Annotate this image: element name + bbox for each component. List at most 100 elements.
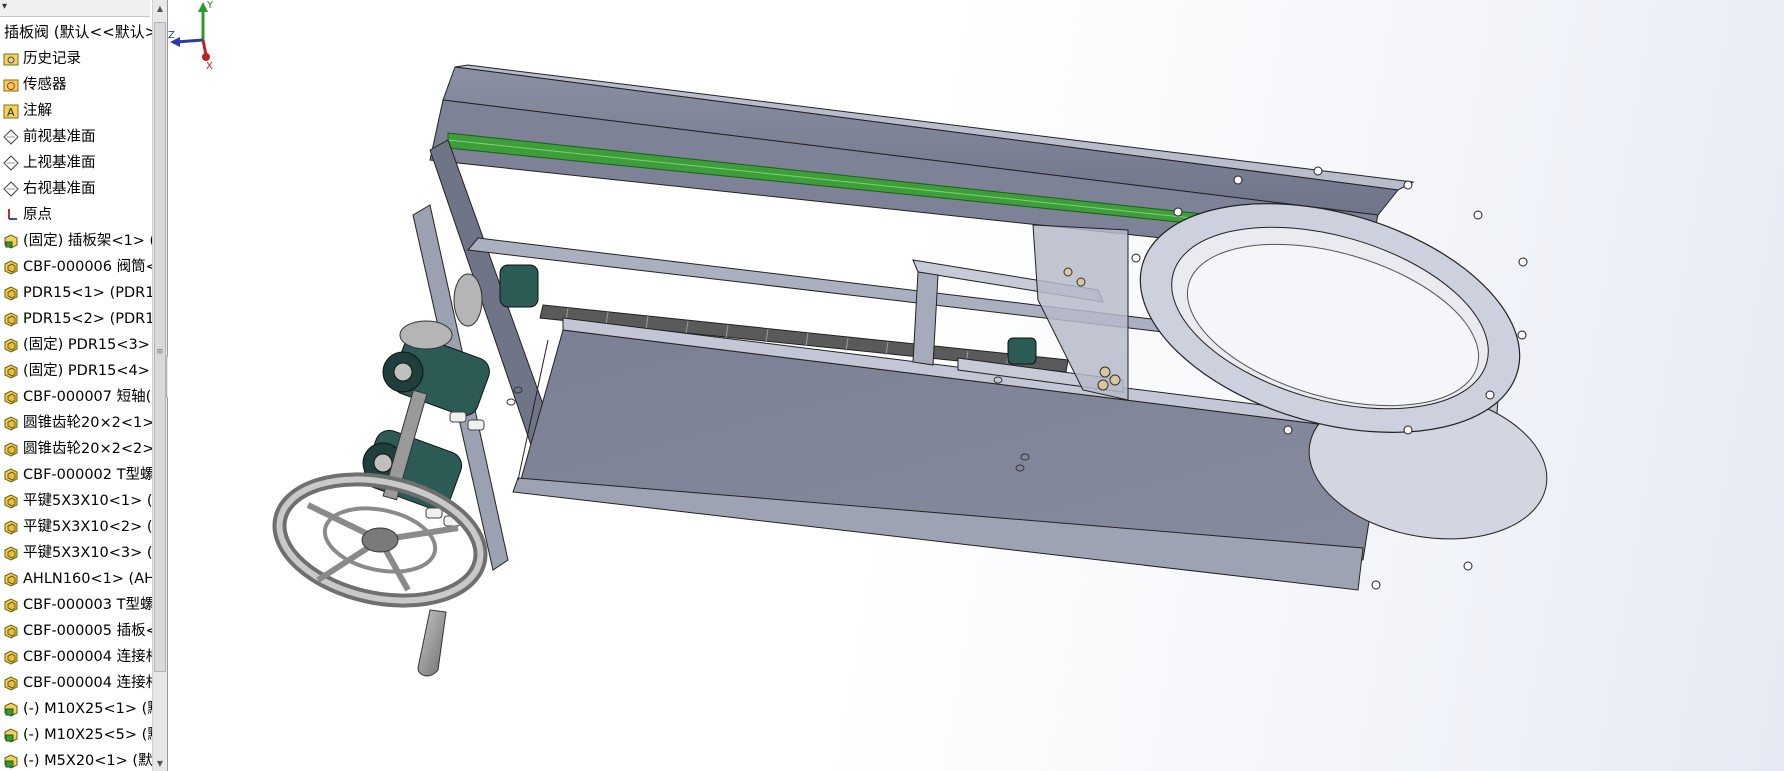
tree-item[interactable]: 历史记录 <box>0 46 152 72</box>
tree-item[interactable]: CBF-000005 插板< <box>0 618 152 644</box>
history-icon <box>2 50 20 68</box>
part-component-icon <box>2 596 20 614</box>
part-component-icon <box>2 310 20 328</box>
part-component-icon <box>2 544 20 562</box>
part-component-icon <box>2 518 20 536</box>
triad-z-label: Z <box>168 30 175 41</box>
tree-item-label: 注解 <box>23 103 52 119</box>
tree-item[interactable]: PDR15<1> (PDR1 <box>0 280 152 306</box>
part-component-icon <box>2 284 20 302</box>
part-component-icon <box>2 362 20 380</box>
toolbox-part-icon <box>2 700 20 718</box>
tree-list: 历史记录传感器 A 注解前视基准面上视基准面右视基准面原点 (固定) 插板架<1> (… <box>0 46 152 771</box>
tree-root-assembly[interactable]: 插板阀 (默认<<默认> <box>0 20 154 44</box>
part-component-icon <box>2 414 20 432</box>
tree-item[interactable]: (固定) PDR15<3> <box>0 332 152 358</box>
tree-item-label: (固定) 插板架<1> ( <box>23 233 152 249</box>
part-component-icon <box>2 388 20 406</box>
tree-item[interactable]: 平键5X3X10<3> ( <box>0 540 152 566</box>
tree-item-label: 上视基准面 <box>23 155 96 171</box>
tree-item[interactable]: CBF-000006 阀筒< <box>0 254 152 280</box>
tree-item[interactable]: 右视基准面 <box>0 176 152 202</box>
tree-item[interactable]: CBF-000004 连接杆 <box>0 644 152 670</box>
tree-item[interactable]: 传感器 <box>0 72 152 98</box>
triad-z-axis <box>175 38 204 44</box>
part-component-icon <box>2 440 20 458</box>
tree-item[interactable]: 平键5X3X10<1> ( <box>0 488 152 514</box>
tree-item-label: CBF-000004 连接杆 <box>23 649 152 665</box>
tree-item[interactable]: (固定) 插板架<1> ( <box>0 228 152 254</box>
tree-item-label: CBF-000002 T型螺 <box>23 467 152 483</box>
part-component-icon <box>2 336 20 354</box>
tree-item[interactable]: 前视基准面 <box>0 124 152 150</box>
tree-item-label: (固定) PDR15<3> <box>23 337 150 353</box>
tree-item-label: 圆锥齿轮20×2<2> <box>23 441 152 457</box>
tree-item-label: 圆锥齿轮20×2<1> <box>23 415 152 431</box>
tree-item-label: 平键5X3X10<2> ( <box>23 519 152 535</box>
part-component-icon <box>2 674 20 692</box>
tree-item-label: (-) M10X25<1> (默 <box>23 701 152 717</box>
tree-item[interactable]: 圆锥齿轮20×2<2> <box>0 436 152 462</box>
tree-item-label: PDR15<2> (PDR1 <box>23 311 152 327</box>
plane-icon <box>2 128 20 146</box>
tree-item-label: (-) M10X25<5> (默 <box>23 727 152 743</box>
tree-item-label: CBF-000006 阀筒< <box>23 259 152 275</box>
tree-item-label: 历史记录 <box>23 51 81 67</box>
dropdown-arrow-icon[interactable]: ▾ <box>2 1 7 12</box>
tree-item[interactable]: 圆锥齿轮20×2<1> <box>0 410 152 436</box>
tree-item[interactable]: AHLN160<1> (AH <box>0 566 152 592</box>
tree-filter-bar[interactable]: ▾ <box>0 0 150 17</box>
toolbox-part-icon <box>2 752 20 770</box>
part-component-icon <box>2 622 20 640</box>
tree-item-label: (-) M5X20<1> (默 <box>23 753 152 769</box>
triad-x-axis <box>201 39 208 56</box>
part-component-icon <box>2 466 20 484</box>
handwheel <box>272 472 488 677</box>
tree-item-label: AHLN160<1> (AH <box>23 571 152 587</box>
tree-item-label: 前视基准面 <box>23 129 96 145</box>
tree-item-label: CBF-000004 连接杆 <box>23 675 152 691</box>
tree-item[interactable]: 原点 <box>0 202 152 228</box>
tree-scrollbar[interactable]: ▲ ≡ ▼ <box>152 0 167 771</box>
tree-item[interactable]: CBF-000004 连接杆 <box>0 670 152 696</box>
tree-item-label: (固定) PDR15<4> <box>23 363 150 379</box>
tree-item-label: 原点 <box>23 207 52 223</box>
tree-item-label: CBF-000003 T型螺 <box>23 597 152 613</box>
tree-item[interactable]: (-) M5X20<1> (默 <box>0 748 152 771</box>
tree-item[interactable]: (-) M10X25<5> (默 <box>0 722 152 748</box>
tree-item[interactable]: 上视基准面 <box>0 150 152 176</box>
tree-item[interactable]: CBF-000002 T型螺 <box>0 462 152 488</box>
plane-icon <box>2 180 20 198</box>
tree-item-label: 右视基准面 <box>23 181 96 197</box>
plane-icon <box>2 154 20 172</box>
part-component-icon <box>2 648 20 666</box>
tree-item-label: 传感器 <box>23 77 67 93</box>
tree-item[interactable]: (-) M10X25<1> (默 <box>0 696 152 722</box>
scroll-down-arrow-icon[interactable]: ▼ <box>155 759 165 769</box>
triad-x-label: X <box>206 61 213 70</box>
part-component-icon <box>2 570 20 588</box>
origin-icon <box>2 206 20 224</box>
tree-item[interactable]: CBF-000003 T型螺 <box>0 592 152 618</box>
tree-item[interactable]: CBF-000007 短轴( <box>0 384 152 410</box>
view-triad: Y Z X <box>168 0 214 70</box>
svg-text:A: A <box>7 106 15 119</box>
model-view <box>272 64 1548 677</box>
scroll-grip-icon: ≡ <box>156 347 164 357</box>
scroll-up-arrow-icon[interactable]: ▲ <box>155 4 165 14</box>
tree-item-label: 平键5X3X10<3> ( <box>23 545 152 561</box>
feature-manager-tree: ▾ 插板阀 (默认<<默认> 历史记录传感器 A 注解前视基准面上视基准面右视基准面… <box>0 0 168 771</box>
part-component-icon <box>2 258 20 276</box>
tree-item[interactable]: PDR15<2> (PDR1 <box>0 306 152 332</box>
part-component-icon <box>2 492 20 510</box>
sensor-icon <box>2 76 20 94</box>
assembly-component-icon <box>2 232 20 250</box>
tree-item[interactable]: (固定) PDR15<4> <box>0 358 152 384</box>
tree-item[interactable]: A 注解 <box>0 98 152 124</box>
tree-item-label: 平键5X3X10<1> ( <box>23 493 152 509</box>
triad-y-label: Y <box>206 0 214 11</box>
graphics-viewport[interactable]: Y Z X <box>168 0 1784 771</box>
tree-item-label: CBF-000007 短轴( <box>23 389 152 405</box>
annotation-icon: A <box>2 102 20 120</box>
tree-item[interactable]: 平键5X3X10<2> ( <box>0 514 152 540</box>
